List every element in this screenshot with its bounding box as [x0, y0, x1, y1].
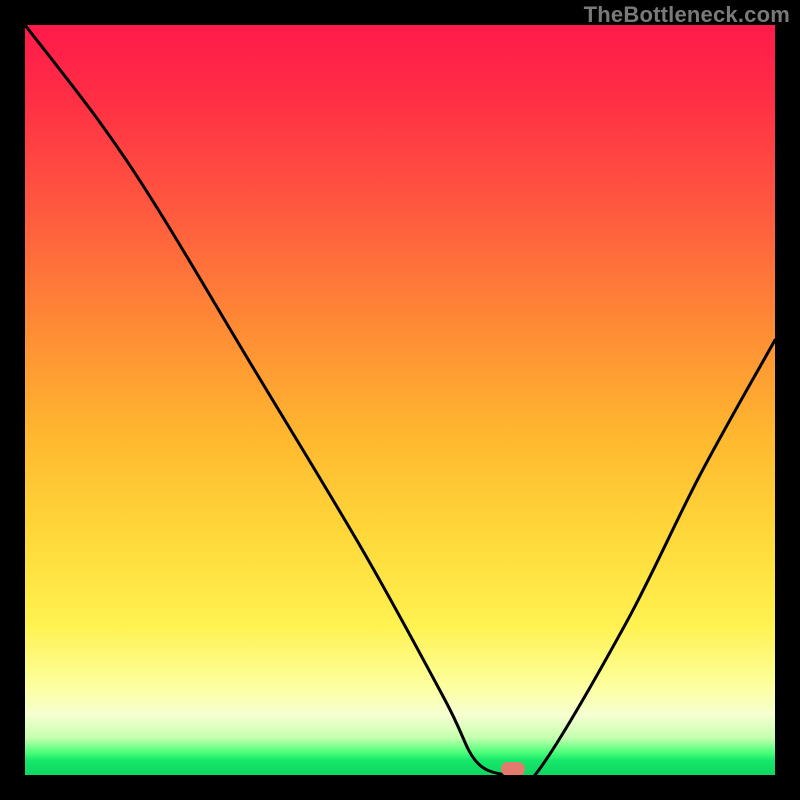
chart-frame: TheBottleneck.com [0, 0, 800, 800]
optimum-marker [501, 762, 525, 775]
plot-area [25, 25, 775, 775]
bottleneck-curve [25, 25, 775, 775]
curve-svg [25, 25, 775, 775]
